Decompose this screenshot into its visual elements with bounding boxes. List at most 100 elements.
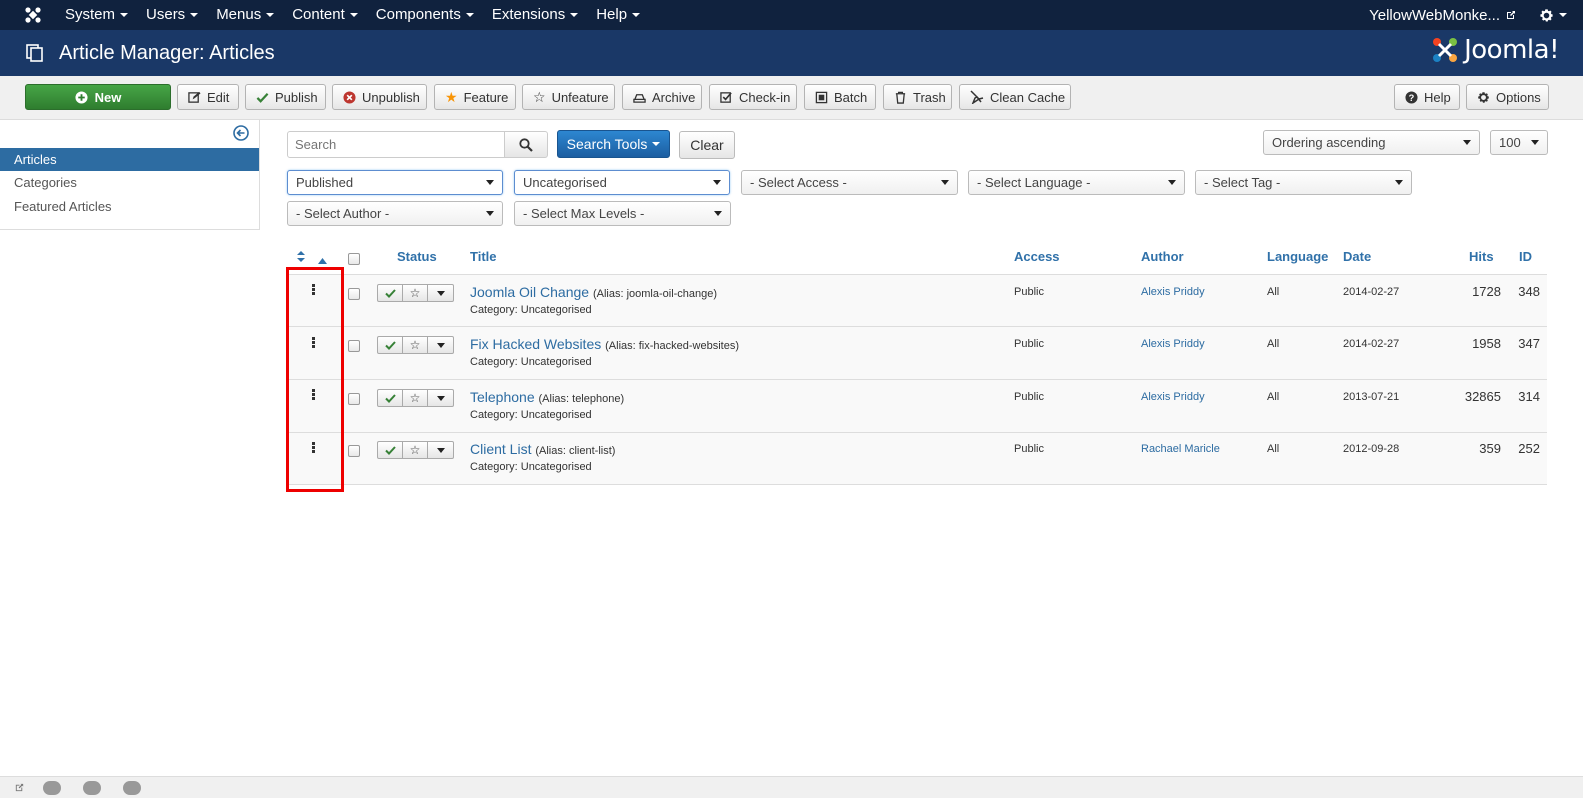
options-button[interactable]: Options xyxy=(1466,84,1549,110)
publish-button[interactable]: Publish xyxy=(245,84,326,110)
column-header-title[interactable]: Title xyxy=(470,249,497,264)
limit-select[interactable]: 100 xyxy=(1490,130,1548,155)
svg-text:?: ? xyxy=(1409,92,1415,102)
help-button[interactable]: ? Help xyxy=(1394,84,1460,110)
help-label: Help xyxy=(1424,89,1451,105)
trash-button[interactable]: Trash xyxy=(883,84,952,110)
category-filter-select[interactable]: Uncategorised xyxy=(514,170,730,195)
actions-dropdown[interactable] xyxy=(428,441,454,459)
search-input[interactable] xyxy=(287,131,505,158)
featured-toggle[interactable]: ☆ xyxy=(403,284,428,302)
article-author-link[interactable]: Alexis Priddy xyxy=(1141,338,1205,350)
tag-filter-select[interactable]: - Select Tag - xyxy=(1195,170,1412,195)
published-toggle[interactable] xyxy=(377,441,403,459)
max-levels-filter-select[interactable]: - Select Max Levels - xyxy=(514,201,731,226)
article-author-link[interactable]: Rachael Maricle xyxy=(1141,443,1220,455)
menu-components[interactable]: Components xyxy=(367,0,483,30)
sidebar-item-articles[interactable]: Articles xyxy=(0,148,259,171)
clean-cache-button[interactable]: Clean Cache xyxy=(959,84,1071,110)
article-title-link[interactable]: Telephone (Alias: telephone) xyxy=(470,389,624,405)
row-checkbox[interactable] xyxy=(348,445,360,457)
access-filter-select[interactable]: - Select Access - xyxy=(741,170,958,195)
row-checkbox[interactable] xyxy=(348,340,360,352)
article-title: Fix Hacked Websites xyxy=(470,336,602,352)
column-header-language[interactable]: Language xyxy=(1267,249,1328,264)
menu-label: Help xyxy=(596,6,628,23)
published-toggle[interactable] xyxy=(377,389,403,407)
author-filter-select[interactable]: - Select Author - xyxy=(287,201,503,226)
page-title: Article Manager: Articles xyxy=(59,41,275,64)
sort-asc-indicator[interactable] xyxy=(318,252,327,267)
article-title-link[interactable]: Joomla Oil Change (Alias: joomla-oil-cha… xyxy=(470,284,717,300)
broom-icon xyxy=(970,90,984,104)
max-levels-filter-value: - Select Max Levels - xyxy=(523,206,645,221)
menu-menus[interactable]: Menus xyxy=(207,0,283,30)
search-button[interactable] xyxy=(504,131,548,158)
unpublish-button[interactable]: Unpublish xyxy=(332,84,427,110)
column-header-id[interactable]: ID xyxy=(1519,249,1532,264)
menu-system[interactable]: System xyxy=(56,0,137,30)
footer-visitors[interactable] xyxy=(43,780,65,795)
archive-button[interactable]: Archive xyxy=(622,84,702,110)
menu-help[interactable]: Help xyxy=(587,0,649,30)
language-filter-select[interactable]: - Select Language - xyxy=(968,170,1185,195)
status-filter-select[interactable]: Published xyxy=(287,170,503,195)
new-button[interactable]: New xyxy=(25,84,171,110)
drag-handle-icon[interactable] xyxy=(311,442,315,454)
trash-icon xyxy=(894,90,907,104)
featured-toggle[interactable]: ☆ xyxy=(403,389,428,407)
featured-toggle[interactable]: ☆ xyxy=(403,336,428,354)
menu-extensions[interactable]: Extensions xyxy=(483,0,587,30)
sidebar-item-featured-articles[interactable]: Featured Articles xyxy=(0,195,259,218)
sidebar: Articles Categories Featured Articles xyxy=(0,120,260,230)
search-tools-button[interactable]: Search Tools xyxy=(557,130,670,158)
joomla-logo-icon[interactable] xyxy=(18,0,48,30)
drag-handle-icon[interactable] xyxy=(311,284,315,296)
article-alias: (Alias: fix-hacked-websites) xyxy=(605,340,739,352)
row-checkbox[interactable] xyxy=(348,288,360,300)
caret-down-icon xyxy=(486,211,494,216)
caret-up-icon xyxy=(318,258,327,264)
sidebar-item-categories[interactable]: Categories xyxy=(0,171,259,194)
batch-button[interactable]: Batch xyxy=(804,84,876,110)
view-site-link[interactable]: YellowWebMonke... xyxy=(1369,7,1517,24)
featured-toggle[interactable]: ☆ xyxy=(403,441,428,459)
menu-users[interactable]: Users xyxy=(137,0,207,30)
drag-handle-icon[interactable] xyxy=(311,337,315,349)
ordering-value: Ordering ascending xyxy=(1272,135,1386,150)
copy-icon xyxy=(25,43,45,63)
article-title-link[interactable]: Fix Hacked Websites (Alias: fix-hacked-w… xyxy=(470,336,739,352)
footer-view-site[interactable] xyxy=(14,782,25,793)
drag-handle-icon[interactable] xyxy=(311,389,315,401)
ordering-sort-header[interactable] xyxy=(296,250,306,265)
menu-label: System xyxy=(65,6,116,23)
footer-messages[interactable] xyxy=(123,780,145,795)
edit-button[interactable]: Edit xyxy=(177,84,239,110)
ordering-select[interactable]: Ordering ascending xyxy=(1263,130,1480,155)
actions-dropdown[interactable] xyxy=(428,284,454,302)
feature-button[interactable]: ★ Feature xyxy=(434,84,516,110)
column-header-author[interactable]: Author xyxy=(1141,249,1184,264)
menu-content[interactable]: Content xyxy=(283,0,367,30)
article-author-link[interactable]: Alexis Priddy xyxy=(1141,286,1205,298)
row-checkbox[interactable] xyxy=(348,393,360,405)
column-header-status[interactable]: Status xyxy=(397,249,437,264)
column-header-access[interactable]: Access xyxy=(1014,249,1060,264)
clear-button[interactable]: Clear xyxy=(679,131,735,159)
article-title-link[interactable]: Client List (Alias: client-list) xyxy=(470,441,615,457)
select-all-checkbox[interactable] xyxy=(348,253,360,265)
actions-dropdown[interactable] xyxy=(428,389,454,407)
published-toggle[interactable] xyxy=(377,336,403,354)
footer-admins[interactable] xyxy=(83,780,105,795)
unfeature-button[interactable]: ☆ Unfeature xyxy=(522,84,615,110)
column-header-hits[interactable]: Hits xyxy=(1469,249,1494,264)
actions-dropdown[interactable] xyxy=(428,336,454,354)
article-date: 2014-02-27 xyxy=(1343,338,1400,350)
collapse-sidebar-button[interactable] xyxy=(233,125,249,144)
checkin-button[interactable]: Check-in xyxy=(709,84,797,110)
article-category: Category: Uncategorised xyxy=(470,356,592,368)
published-toggle[interactable] xyxy=(377,284,403,302)
column-header-date[interactable]: Date xyxy=(1343,249,1371,264)
article-author-link[interactable]: Alexis Priddy xyxy=(1141,391,1205,403)
user-menu-gear[interactable] xyxy=(1539,8,1567,23)
